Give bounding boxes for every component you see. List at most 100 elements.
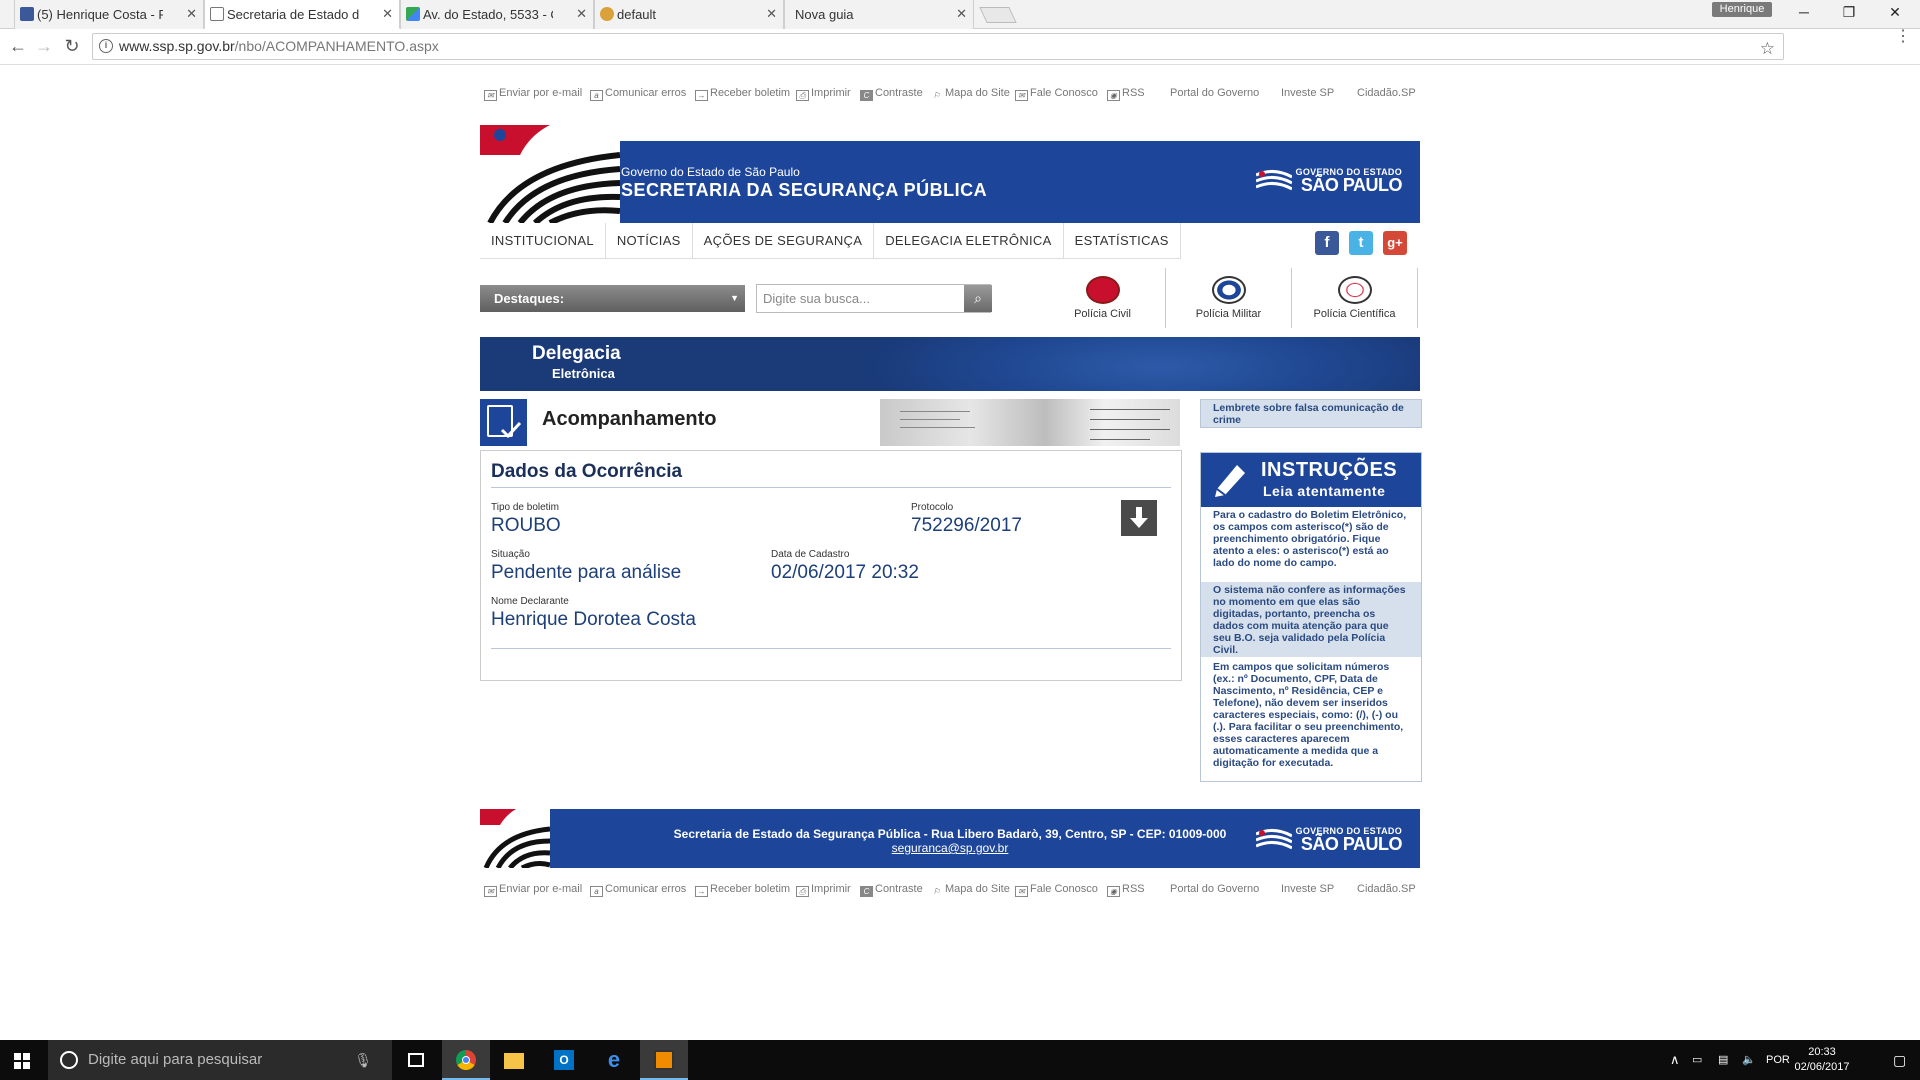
chevron-up-icon[interactable]: ∧ — [1670, 1040, 1680, 1080]
instrucoes-title: INSTRUÇÕES — [1261, 459, 1398, 481]
banner-wave — [860, 337, 1420, 391]
portal-link[interactable]: Portal do Governo — [1170, 87, 1259, 99]
nav-noticias[interactable]: NOTÍCIAS — [606, 223, 693, 259]
flag-stripes — [480, 125, 620, 223]
tab-label: (5) Henrique Costa - Pes — [37, 7, 163, 22]
task-view-icon[interactable] — [392, 1040, 440, 1080]
tipo-value: ROUBO — [491, 515, 561, 536]
reload-icon[interactable]: ↻ — [62, 36, 82, 57]
lembrete-link[interactable]: Lembrete sobre falsa comunicação de crim… — [1200, 399, 1422, 428]
tab-facebook[interactable]: (5) Henrique Costa - Pes ✕ — [14, 0, 204, 29]
sitemap-link[interactable]: ⚐ Mapa do Site — [930, 883, 1010, 898]
instrucoes-panel: INSTRUÇÕES Leia atentamente Para o cadas… — [1200, 452, 1422, 782]
close-icon[interactable]: ✕ — [956, 6, 967, 22]
maximize-button[interactable]: ❐ — [1834, 4, 1864, 21]
main-nav: INSTITUCIONAL NOTÍCIAS AÇÕES DE SEGURANÇ… — [480, 223, 1181, 259]
nav-institucional[interactable]: INSTITUCIONAL — [480, 223, 606, 259]
email-link[interactable]: ✉ Enviar por e-mail — [484, 87, 582, 101]
close-icon[interactable]: ✕ — [382, 6, 393, 22]
page-title: Acompanhamento — [542, 408, 717, 430]
taskbar-search-input[interactable]: Digite aqui para pesquisar 🎙 — [48, 1040, 392, 1080]
tab-label: Secretaria de Estado da S — [227, 6, 359, 22]
portal-link[interactable]: Portal do Governo — [1170, 883, 1259, 895]
app-icon[interactable] — [640, 1040, 688, 1080]
network-icon[interactable]: ▤ — [1718, 1040, 1728, 1080]
search-input[interactable]: Digite sua busca... — [756, 284, 991, 313]
nav-delegacia[interactable]: DELEGACIA ELETRÔNICA — [874, 223, 1064, 259]
contrast-link[interactable]: C Contraste — [860, 883, 923, 897]
close-window-button[interactable]: ✕ — [1880, 4, 1910, 21]
clock[interactable]: 20:33 02/06/2017 — [1792, 1045, 1852, 1075]
edge-icon[interactable]: e — [590, 1040, 638, 1080]
taskbar-search-placeholder: Digite aqui para pesquisar — [88, 1051, 263, 1068]
policia-militar-link[interactable]: Polícia Militar — [1166, 268, 1292, 328]
microphone-icon[interactable]: 🎙 — [354, 1040, 372, 1080]
investe-link[interactable]: Investe SP — [1281, 87, 1334, 99]
volume-icon[interactable]: 🔈 — [1742, 1040, 1756, 1080]
notifications-icon[interactable]: ▢ — [1893, 1040, 1906, 1080]
battery-icon[interactable]: ▭ — [1692, 1040, 1702, 1080]
file-explorer-icon[interactable] — [490, 1040, 538, 1080]
outlook-icon[interactable]: O — [540, 1040, 588, 1080]
tab-default[interactable]: default ✕ — [594, 0, 784, 29]
minimize-button[interactable]: ─ — [1789, 4, 1819, 20]
nav-acoes[interactable]: AÇÕES DE SEGURANÇA — [693, 223, 875, 259]
close-icon[interactable]: ✕ — [186, 6, 197, 22]
tab-new[interactable]: Nova guia ✕ — [784, 0, 974, 29]
cadastro-label: Data de Cadastro — [771, 549, 850, 560]
profile-badge[interactable]: Henrique — [1712, 2, 1772, 17]
google-plus-icon[interactable]: g+ — [1383, 231, 1407, 255]
report-error-link[interactable]: a Comunicar erros — [590, 87, 686, 101]
print-link[interactable]: ⎙ Imprimir — [796, 87, 851, 101]
cidadao-link[interactable]: Cidadão.SP — [1357, 87, 1416, 99]
url-path: /nbo/ACOMPANHAMENTO.aspx — [234, 38, 439, 54]
search-icon[interactable]: ⌕ — [964, 285, 992, 312]
contrast-link[interactable]: C Contraste — [860, 87, 923, 101]
cortana-icon — [60, 1051, 78, 1069]
destaques-label: Destaques: — [494, 291, 565, 306]
investe-link[interactable]: Investe SP — [1281, 883, 1334, 895]
policia-civil-link[interactable]: Polícia Civil — [1040, 268, 1166, 328]
print-link[interactable]: ⎙ Imprimir — [796, 883, 851, 897]
twitter-icon[interactable]: t — [1349, 231, 1373, 255]
facebook-icon[interactable]: f — [1315, 231, 1339, 255]
report-error-link[interactable]: a Comunicar erros — [590, 883, 686, 897]
language-indicator[interactable]: POR — [1766, 1040, 1790, 1080]
close-icon[interactable]: ✕ — [766, 6, 777, 22]
url-bar[interactable]: i www.ssp.sp.gov.br/nbo/ACOMPANHAMENTO.a… — [92, 33, 1784, 60]
chrome-icon[interactable] — [442, 1040, 490, 1080]
policia-cientifica-link[interactable]: Polícia Científica — [1292, 268, 1418, 328]
sitemap-link[interactable]: ⚐ Mapa do Site — [930, 87, 1010, 102]
instrucoes-header: INSTRUÇÕES Leia atentamente — [1201, 453, 1421, 507]
default-icon — [600, 7, 614, 21]
tab-ssp[interactable]: Secretaria de Estado da S ✕ — [204, 0, 400, 29]
forward-icon[interactable]: → — [34, 36, 54, 57]
facebook-icon — [20, 7, 34, 21]
newsletter-link[interactable]: → Receber boletim — [695, 883, 790, 897]
rss-link[interactable]: ◉ RSS — [1107, 883, 1145, 897]
destaques-dropdown[interactable]: Destaques: ▼ — [480, 285, 745, 312]
menu-icon[interactable]: ⋮ — [1895, 29, 1911, 45]
gov-subtitle: Governo do Estado de São Paulo — [621, 165, 800, 179]
close-icon[interactable]: ✕ — [576, 6, 587, 22]
tipo-label: Tipo de boletim — [491, 502, 559, 513]
sp-flag-icon — [1255, 170, 1292, 191]
bookmark-star-icon[interactable]: ☆ — [1760, 36, 1775, 61]
alert-icon: a — [590, 90, 603, 101]
back-icon[interactable]: ← — [8, 36, 28, 57]
new-tab-button[interactable] — [979, 7, 1017, 23]
info-icon[interactable]: i — [99, 39, 113, 53]
sp-logo[interactable]: GOVERNO DO ESTADO SÃO PAULO — [1255, 167, 1403, 194]
cidadao-link[interactable]: Cidadão.SP — [1357, 883, 1416, 895]
download-icon[interactable] — [1121, 500, 1157, 536]
contact-link[interactable]: ✉ Fale Conosco — [1015, 87, 1098, 101]
nav-estatisticas[interactable]: ESTATÍSTICAS — [1064, 223, 1181, 259]
rss-link[interactable]: ◉ RSS — [1107, 87, 1145, 101]
email-link[interactable]: ✉ Enviar por e-mail — [484, 883, 582, 897]
contact-link[interactable]: ✉ Fale Conosco — [1015, 883, 1098, 897]
newsletter-link[interactable]: → Receber boletim — [695, 87, 790, 101]
windows-start-icon[interactable] — [14, 1053, 30, 1069]
contrast-icon: C — [860, 90, 873, 101]
sp-logo[interactable]: GOVERNO DO ESTADO SÃO PAULO — [1255, 826, 1403, 853]
tab-maps[interactable]: Av. do Estado, 5533 - Ca ✕ — [400, 0, 594, 29]
